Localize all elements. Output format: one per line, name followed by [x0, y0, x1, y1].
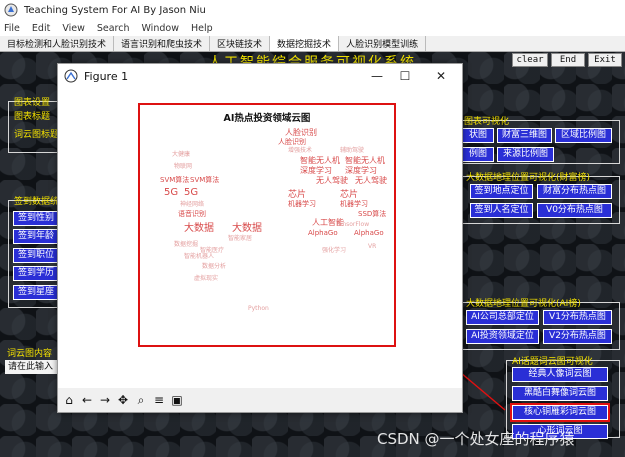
source-ratio-button[interactable]: 来源比例图	[497, 147, 554, 162]
word-cloud-term: 5G	[184, 187, 199, 198]
end-button[interactable]: End	[551, 53, 585, 67]
tab-data-mining[interactable]: 数据挖掘技术	[270, 36, 340, 51]
app-title: Teaching System For AI By Jason Niu	[24, 4, 206, 16]
menu-help[interactable]: Help	[191, 23, 213, 34]
word-cloud-term: 机器学习	[288, 200, 316, 208]
checkin-location-button[interactable]: 签到地点定位	[470, 184, 533, 199]
wordcloud-content-label: 词云图内容	[7, 349, 53, 359]
pan-icon[interactable]: ✥	[116, 393, 130, 407]
word-cloud-term: 数据挖掘	[174, 241, 199, 248]
tab-speech[interactable]: 语言识别和爬虫技术	[114, 36, 211, 51]
app-logo-icon	[4, 3, 18, 17]
checkin-age-button[interactable]: 签到年龄	[13, 229, 59, 244]
v0-heatmap-button[interactable]: V0分布热点图	[537, 203, 612, 218]
word-cloud-term: SVM算法	[190, 176, 220, 184]
checkin-name-button[interactable]: 签到人名定位	[470, 203, 533, 218]
chart-settings-label: 图表设置	[14, 98, 51, 108]
forward-arrow-icon[interactable]: →	[98, 393, 112, 407]
word-cloud-term: 辅助驾驶	[340, 147, 365, 154]
wealth-3d-button[interactable]: 财富三维图	[497, 128, 552, 143]
core-color-cloud-button[interactable]: 核心铜雁彩词云图	[512, 405, 608, 420]
word-cloud-term: TensorFlow	[336, 221, 370, 228]
word-cloud-term: SSD算法	[358, 210, 387, 218]
figure-titlebar: Figure 1 — ☐ ✕	[58, 64, 462, 88]
figure-title: Figure 1	[84, 69, 129, 83]
word-cloud-term: SVM算法	[160, 176, 190, 184]
wealth-heatmap-button[interactable]: 财富分布热点图	[537, 184, 612, 199]
word-cloud-term: 智能机器人	[184, 253, 215, 260]
geo-ai-label: 大数据地理位置可视化(AI榜)	[466, 299, 581, 309]
word-cloud-term: 大数据	[184, 223, 214, 234]
wordcloud-content-input[interactable]: 请在此输入	[5, 360, 65, 374]
word-cloud-term: 数据分析	[202, 263, 227, 270]
menu-bar: File Edit View Search Window Help	[0, 20, 625, 36]
v1-heatmap-button[interactable]: V1分布热点图	[543, 310, 612, 325]
menu-file[interactable]: File	[4, 23, 20, 34]
word-cloud-term: 强化学习	[322, 247, 347, 254]
menu-view[interactable]: View	[62, 23, 85, 34]
menu-window[interactable]: Window	[142, 23, 179, 34]
word-cloud-term: 无人驾驶	[316, 176, 348, 185]
figure-window: Figure 1 — ☐ ✕ AI热点投资领域云图 人脸识别 人脸识别 增强技术 辅助…	[57, 63, 463, 413]
tab-detection[interactable]: 目标检测和人脸识别技术	[0, 36, 115, 51]
word-cloud-term: AlphaGo	[308, 229, 338, 237]
word-cloud-term: 神经网络	[180, 201, 205, 208]
home-icon[interactable]: ⌂	[62, 393, 76, 407]
word-cloud-term: 大健康	[172, 151, 191, 158]
menu-edit[interactable]: Edit	[32, 23, 50, 34]
dark-portrait-cloud-button[interactable]: 黑酷白舞像词云图	[512, 386, 608, 401]
clear-button[interactable]: clear	[512, 53, 548, 67]
ai-hq-location-button[interactable]: AI公司总部定位	[466, 310, 539, 325]
figure-toolbar: ⌂ ← → ✥ ⌕ ≡ ▣	[58, 388, 462, 412]
back-arrow-icon[interactable]: ←	[80, 393, 94, 407]
ai-invest-location-button[interactable]: AI投资领域定位	[466, 329, 539, 344]
word-cloud-term: 机器学习	[340, 200, 368, 208]
zoom-icon[interactable]: ⌕	[134, 393, 148, 408]
checkin-zodiac-button[interactable]: 签到星座	[13, 285, 59, 300]
word-cloud-term: 物联网	[174, 163, 193, 170]
minimize-icon[interactable]: —	[364, 66, 390, 86]
close-icon[interactable]: ✕	[428, 66, 454, 86]
figure-app-icon	[64, 69, 78, 83]
word-cloud-term: Python	[248, 305, 269, 312]
word-cloud-term: 5G	[164, 187, 179, 198]
word-cloud-term: 语音识别	[178, 210, 206, 218]
save-icon[interactable]: ▣	[170, 393, 184, 407]
checkin-education-button[interactable]: 签到学历	[13, 266, 59, 281]
figure-plot-area: AI热点投资领域云图 人脸识别 人脸识别 增强技术 辅助驾驶 智能无人机 智能无人机 深度学…	[58, 88, 462, 388]
word-cloud-term: AlphaGo	[354, 229, 384, 237]
checkin-job-button[interactable]: 签到职位	[13, 248, 59, 263]
wordcloud-title-label: 词云图标题	[14, 130, 60, 140]
chart-button-ratio[interactable]: 例图	[462, 147, 494, 162]
word-cloud-term: 智能家居	[228, 235, 253, 242]
tab-face-training[interactable]: 人脸识别模型训练	[339, 36, 427, 51]
menu-search[interactable]: Search	[97, 23, 130, 34]
maximize-icon[interactable]: ☐	[392, 66, 418, 86]
word-cloud-term: 无人驾驶	[355, 176, 387, 185]
word-cloud: 人脸识别 人脸识别 增强技术 辅助驾驶 智能无人机 智能无人机 深度学习 深度学习 无人驾驶 无人…	[140, 105, 394, 345]
csdn-watermark: CSDN @一个处女座的程序猿	[377, 430, 575, 448]
geo-wealth-label: 大数据地理位置可视化(财富榜)	[466, 173, 591, 183]
exit-button[interactable]: Exit	[588, 53, 622, 67]
v2-heatmap-button[interactable]: V2分布热点图	[543, 329, 612, 344]
classic-portrait-cloud-button[interactable]: 经典人像词云图	[512, 367, 608, 382]
checkin-gender-button[interactable]: 签到性别	[13, 211, 59, 226]
wordcloud-highlight-box: AI热点投资领域云图 人脸识别 人脸识别 增强技术 辅助驾驶 智能无人机 智能无人机 深度学…	[138, 103, 396, 347]
word-cloud-term: 虚拟现实	[194, 275, 219, 282]
chart-viz-label: 图表可视化	[464, 117, 510, 127]
app-titlebar: Teaching System For AI By Jason Niu	[0, 0, 625, 20]
tab-blockchain[interactable]: 区块链技术	[210, 36, 271, 51]
word-cloud-term: VR	[368, 243, 377, 250]
configure-icon[interactable]: ≡	[152, 393, 166, 407]
chart-title-label: 图表标题	[14, 112, 51, 122]
word-cloud-term: 大数据	[232, 223, 262, 234]
word-cloud-term: 增强技术	[288, 147, 313, 154]
chart-button-bar[interactable]: 状图	[462, 128, 494, 143]
region-ratio-button[interactable]: 区域比例图	[555, 128, 612, 143]
module-tabs: 目标检测和人脸识别技术 语言识别和爬虫技术 区块链技术 数据挖掘技术 人脸识别模…	[0, 36, 625, 52]
topic-cloud-label: AI话题词云图可视化	[512, 357, 593, 367]
